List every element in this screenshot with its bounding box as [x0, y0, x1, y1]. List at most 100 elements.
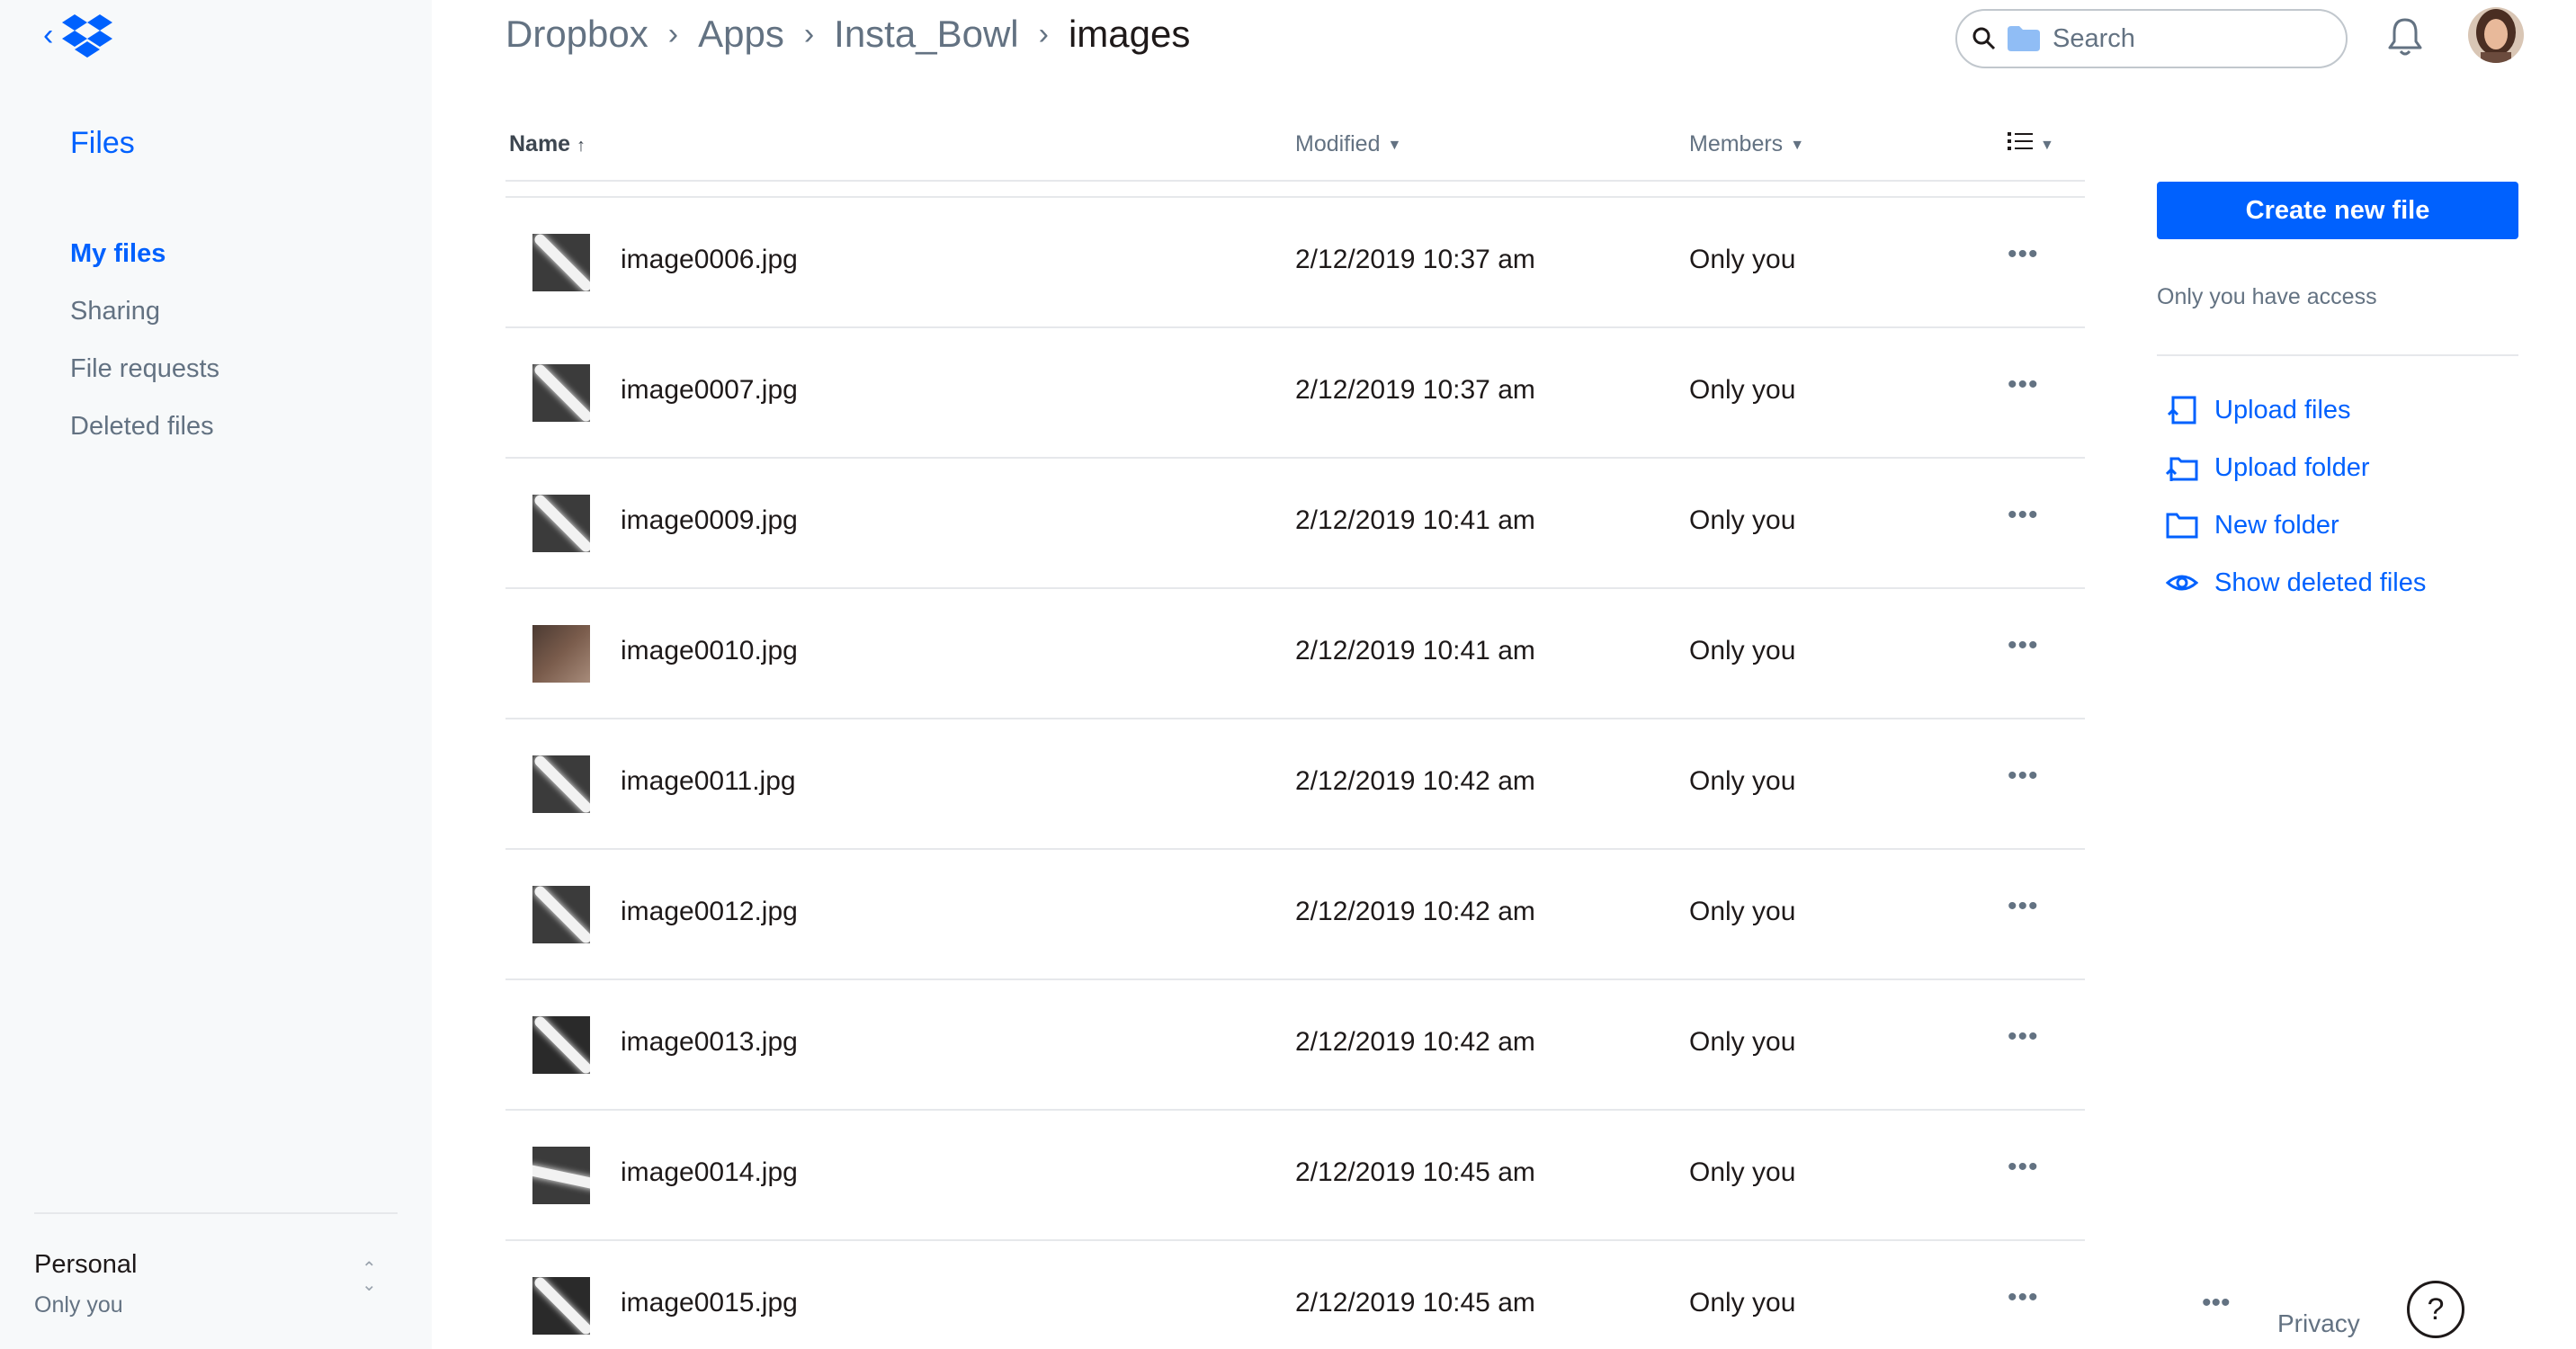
table-header: Name ↑ Modified ▼ Members ▼ ▼ — [505, 131, 2085, 182]
search-icon — [1972, 27, 1996, 50]
list-view-icon — [2008, 132, 2033, 150]
create-new-file-button[interactable]: Create new file — [2157, 182, 2518, 239]
eye-icon — [2166, 575, 2198, 591]
new-folder-label: New folder — [2214, 510, 2339, 540]
search-input[interactable]: Search — [1955, 9, 2348, 68]
breadcrumb-separator-icon: › — [1038, 16, 1049, 51]
file-modified: 2/12/2019 10:41 am — [1295, 505, 1535, 535]
new-folder-action[interactable]: New folder — [2166, 496, 2426, 554]
column-modified[interactable]: Modified ▼ — [1295, 131, 1401, 157]
file-members: Only you — [1689, 897, 1796, 926]
caret-down-icon: ▼ — [1790, 138, 1805, 153]
sidebar-title[interactable]: Files — [70, 126, 135, 161]
more-options-icon[interactable]: ••• — [2008, 630, 2039, 661]
file-name[interactable]: image0007.jpg — [621, 375, 798, 406]
file-thumbnail — [532, 1016, 590, 1074]
file-modified: 2/12/2019 10:42 am — [1295, 897, 1535, 926]
file-name[interactable]: image0009.jpg — [621, 505, 798, 536]
table-row[interactable]: image0013.jpg 2/12/2019 10:42 am Only yo… — [505, 980, 2085, 1111]
account-name: Personal — [34, 1250, 138, 1279]
file-modified: 2/12/2019 10:42 am — [1295, 766, 1535, 796]
more-options-icon[interactable]: ••• — [2008, 891, 2039, 922]
breadcrumb-item[interactable]: Dropbox — [505, 13, 648, 56]
upload-files-action[interactable]: Upload files — [2166, 381, 2426, 439]
table-row[interactable]: image0009.jpg 2/12/2019 10:41 am Only yo… — [505, 459, 2085, 589]
file-members: Only you — [1689, 375, 1796, 405]
file-name[interactable]: image0013.jpg — [621, 1027, 798, 1058]
file-modified: 2/12/2019 10:37 am — [1295, 245, 1535, 274]
avatar[interactable] — [2468, 7, 2524, 63]
file-modified: 2/12/2019 10:37 am — [1295, 375, 1535, 405]
file-list: image0006.jpg 2/12/2019 10:37 am Only yo… — [505, 196, 2085, 1349]
chevron-left-icon[interactable]: ‹ — [43, 20, 53, 50]
file-members: Only you — [1689, 1027, 1796, 1057]
table-row[interactable]: image0012.jpg 2/12/2019 10:42 am Only yo… — [505, 850, 2085, 980]
upload-folder-label: Upload folder — [2214, 452, 2370, 482]
file-modified: 2/12/2019 10:41 am — [1295, 636, 1535, 666]
logo-area: ‹ — [43, 13, 113, 58]
breadcrumb-item[interactable]: Insta_Bowl — [834, 13, 1018, 56]
table-row[interactable]: image0010.jpg 2/12/2019 10:41 am Only yo… — [505, 589, 2085, 719]
sidebar-item-sharing[interactable]: Sharing — [70, 293, 219, 351]
column-name[interactable]: Name ↑ — [509, 131, 586, 157]
table-row[interactable]: image0011.jpg 2/12/2019 10:42 am Only yo… — [505, 719, 2085, 850]
search-placeholder: Search — [2053, 23, 2135, 53]
file-members: Only you — [1689, 636, 1796, 666]
sidebar: ‹ Files My files Sharing File requests D… — [0, 0, 432, 1349]
show-deleted-files-action[interactable]: Show deleted files — [2166, 554, 2426, 612]
breadcrumb-separator-icon: › — [803, 16, 815, 51]
table-row[interactable]: image0006.jpg 2/12/2019 10:37 am Only yo… — [505, 198, 2085, 328]
access-text: Only you have access — [2157, 284, 2377, 309]
file-name[interactable]: image0011.jpg — [621, 766, 796, 797]
file-thumbnail — [532, 495, 590, 552]
upload-folder-action[interactable]: Upload folder — [2166, 439, 2426, 496]
action-list: Upload files Upload folder New folder Sh… — [2166, 381, 2426, 612]
file-thumbnail — [532, 364, 590, 422]
bell-icon[interactable] — [2385, 16, 2425, 58]
file-thumbnail — [532, 1277, 590, 1335]
breadcrumb-current: images — [1068, 13, 1191, 55]
more-options-icon[interactable]: ••• — [2008, 500, 2039, 531]
account-sub: Only you — [34, 1292, 123, 1318]
more-options-icon[interactable]: ••• — [2008, 239, 2039, 270]
account-switcher[interactable]: Personal Only you — [34, 1250, 137, 1318]
footer-more-icon[interactable]: ••• — [2202, 1288, 2231, 1318]
file-thumbnail — [532, 625, 590, 683]
account-toggle-icon[interactable]: ⌃ ⌄ — [362, 1260, 377, 1294]
table-row[interactable]: image0007.jpg 2/12/2019 10:37 am Only yo… — [505, 328, 2085, 459]
more-options-icon[interactable]: ••• — [2008, 1022, 2039, 1052]
sidebar-item-deleted-files[interactable]: Deleted files — [70, 408, 219, 466]
table-row[interactable]: image0015.jpg 2/12/2019 10:45 am Only yo… — [505, 1241, 2085, 1349]
upload-folder-icon — [2166, 457, 2198, 481]
file-name[interactable]: image0010.jpg — [621, 636, 798, 666]
breadcrumb-item[interactable]: Apps — [698, 13, 784, 56]
file-members: Only you — [1689, 766, 1796, 796]
new-folder-icon — [2166, 513, 2198, 539]
file-name[interactable]: image0012.jpg — [621, 897, 798, 927]
dropbox-logo-icon[interactable] — [62, 13, 113, 58]
sidebar-nav: My files Sharing File requests Deleted f… — [70, 236, 219, 466]
table-row[interactable]: image0014.jpg 2/12/2019 10:45 am Only yo… — [505, 1111, 2085, 1241]
breadcrumb-separator-icon: › — [667, 16, 679, 51]
help-button[interactable]: ? — [2407, 1281, 2464, 1338]
more-options-icon[interactable]: ••• — [2008, 761, 2039, 791]
file-thumbnail — [532, 886, 590, 943]
privacy-link[interactable]: Privacy — [2277, 1309, 2360, 1338]
sidebar-item-my-files[interactable]: My files — [70, 236, 219, 293]
more-options-icon[interactable]: ••• — [2008, 1282, 2039, 1313]
file-modified: 2/12/2019 10:45 am — [1295, 1157, 1535, 1187]
upload-files-label: Upload files — [2214, 395, 2351, 424]
file-name[interactable]: image0014.jpg — [621, 1157, 798, 1188]
column-members[interactable]: Members ▼ — [1689, 131, 1804, 157]
sidebar-divider — [34, 1212, 398, 1214]
file-members: Only you — [1689, 505, 1796, 535]
sort-arrow-icon: ↑ — [577, 136, 586, 156]
view-toggle[interactable]: ▼ — [2008, 131, 2054, 157]
caret-down-icon: ▼ — [1387, 138, 1402, 153]
file-members: Only you — [1689, 1288, 1796, 1318]
file-name[interactable]: image0006.jpg — [621, 245, 798, 275]
more-options-icon[interactable]: ••• — [2008, 1152, 2039, 1183]
file-name[interactable]: image0015.jpg — [621, 1288, 798, 1318]
more-options-icon[interactable]: ••• — [2008, 370, 2039, 400]
sidebar-item-file-requests[interactable]: File requests — [70, 351, 219, 408]
